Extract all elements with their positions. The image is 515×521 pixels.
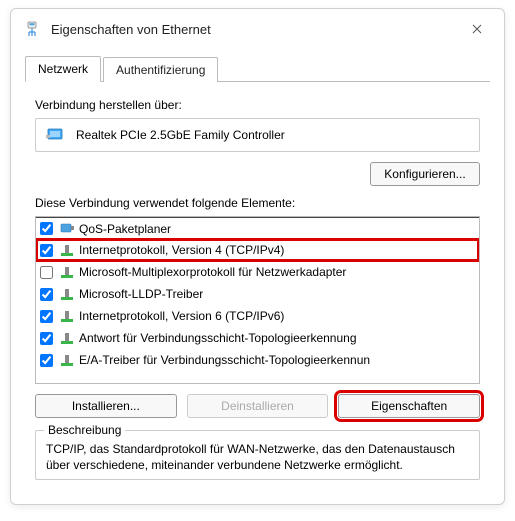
connect-using-label: Verbindung herstellen über: [35, 98, 480, 112]
protocol-icon [59, 330, 75, 346]
description-text: TCP/IP, das Standardprotokoll für WAN-Ne… [46, 441, 469, 473]
install-button[interactable]: Installieren... [35, 394, 177, 418]
close-button[interactable] [462, 14, 492, 44]
tab-panel-network: Verbindung herstellen über: Realtek PCIe… [25, 82, 490, 490]
list-item-multiplexor[interactable]: Microsoft-Multiplexorprotokoll für Netzw… [36, 261, 479, 283]
list-item-label: Microsoft-Multiplexorprotokoll für Netzw… [79, 265, 346, 279]
content-area: Netzwerk Authentifizierung Verbindung he… [11, 49, 504, 500]
protocol-icon [59, 308, 75, 324]
tab-strip: Netzwerk Authentifizierung [25, 55, 490, 82]
checkbox-multiplexor[interactable] [40, 266, 53, 279]
checkbox-ipv4[interactable] [40, 244, 53, 257]
uninstall-button: Deinstallieren [187, 394, 329, 418]
ethernet-properties-window: Eigenschaften von Ethernet Netzwerk Auth… [10, 8, 505, 505]
protocol-icon [59, 286, 75, 302]
list-item-topology-mapper[interactable]: E/A-Treiber für Verbindungsschicht-Topol… [36, 349, 479, 371]
adapter-field: Realtek PCIe 2.5GbE Family Controller [35, 118, 480, 152]
protocol-icon [59, 352, 75, 368]
list-item-ipv4[interactable]: Internetprotokoll, Version 4 (TCP/IPv4) [36, 239, 479, 261]
properties-button[interactable]: Eigenschaften [338, 394, 480, 418]
list-item-label: Internetprotokoll, Version 6 (TCP/IPv6) [79, 309, 284, 323]
protocol-icon [59, 264, 75, 280]
protocol-action-buttons: Installieren... Deinstallieren Eigenscha… [35, 394, 480, 418]
list-item-topology-responder[interactable]: Antwort für Verbindungsschicht-Topologie… [36, 327, 479, 349]
tab-auth[interactable]: Authentifizierung [103, 57, 218, 82]
list-item-qos[interactable]: QoS-Paketplaner [36, 217, 479, 239]
qos-icon [59, 221, 75, 237]
adapter-card-icon [44, 125, 68, 145]
list-item-label: E/A-Treiber für Verbindungsschicht-Topol… [79, 353, 370, 367]
list-item-lldp[interactable]: Microsoft-LLDP-Treiber [36, 283, 479, 305]
description-title: Beschreibung [44, 423, 125, 437]
protocol-listbox[interactable]: QoS-Paketplaner Internetprotokoll, Versi… [35, 216, 480, 384]
list-item-label: Microsoft-LLDP-Treiber [79, 287, 203, 301]
network-adapter-icon [23, 20, 41, 38]
checkbox-qos[interactable] [40, 222, 53, 235]
list-item-ipv6[interactable]: Internetprotokoll, Version 6 (TCP/IPv6) [36, 305, 479, 327]
adapter-name: Realtek PCIe 2.5GbE Family Controller [76, 128, 285, 142]
checkbox-mapper[interactable] [40, 354, 53, 367]
list-item-label: Antwort für Verbindungsschicht-Topologie… [79, 331, 357, 345]
list-item-label: Internetprotokoll, Version 4 (TCP/IPv4) [79, 243, 284, 257]
window-title: Eigenschaften von Ethernet [51, 22, 462, 37]
protocol-icon [59, 242, 75, 258]
list-item-label: QoS-Paketplaner [79, 222, 171, 236]
configure-button[interactable]: Konfigurieren... [370, 162, 480, 186]
elements-label: Diese Verbindung verwendet folgende Elem… [35, 196, 480, 210]
titlebar: Eigenschaften von Ethernet [11, 9, 504, 49]
checkbox-ipv6[interactable] [40, 310, 53, 323]
checkbox-responder[interactable] [40, 332, 53, 345]
tab-network[interactable]: Netzwerk [25, 56, 101, 82]
description-groupbox: Beschreibung TCP/IP, das Standardprotoko… [35, 430, 480, 480]
checkbox-lldp[interactable] [40, 288, 53, 301]
